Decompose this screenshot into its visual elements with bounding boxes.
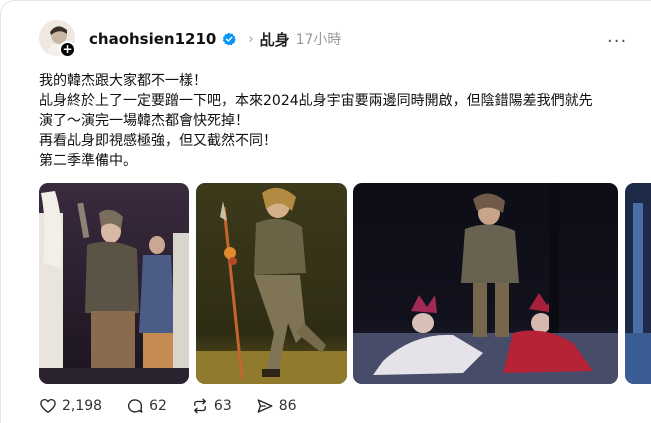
username-link[interactable]: chaohsien1210: [89, 30, 216, 48]
repost-count: 63: [213, 398, 232, 414]
media-carousel[interactable]: [39, 183, 651, 384]
post-photo[interactable]: [625, 183, 651, 384]
post-photo[interactable]: [196, 183, 347, 384]
topic-tag[interactable]: 乩身: [260, 29, 290, 50]
repost-button[interactable]: 63: [191, 397, 232, 415]
repost-icon: [193, 398, 206, 414]
comment-icon: [128, 399, 143, 413]
share-button[interactable]: 86: [256, 397, 297, 415]
threads-post: + chaohsien1210 › 乩身 17小時 ··· 我的韓杰跟大家都不一…: [0, 0, 651, 423]
post-text-line: 第二季準備中。: [39, 153, 137, 169]
like-button[interactable]: 2,198: [39, 397, 102, 415]
post-timestamp: 17小時: [295, 32, 342, 48]
verified-badge-icon: [223, 32, 237, 46]
post-photo[interactable]: [353, 183, 618, 384]
post-text-line: 乩身終於上了一定要蹭一下吧，本來2024乩身宇宙要兩邊同時開啟，但陰錯陽差我們就…: [39, 93, 593, 109]
post-photo[interactable]: [39, 183, 189, 384]
follow-plus-icon[interactable]: +: [59, 41, 76, 58]
like-count: 2,198: [62, 398, 103, 414]
author-avatar[interactable]: +: [39, 20, 76, 58]
send-icon: [257, 399, 273, 413]
more-dots-icon[interactable]: ···: [607, 31, 627, 52]
post-text-line: 再看乩身即視感極強，但又截然不同！: [39, 133, 277, 149]
post-header: chaohsien1210 › 乩身 17小時: [89, 29, 341, 49]
share-count: 86: [278, 398, 297, 414]
post-actions: 2,198 62 63 86: [39, 397, 321, 415]
reply-count: 62: [149, 398, 167, 414]
post-text-line: 我的韓杰跟大家都不一樣！: [39, 73, 207, 89]
chevron-right-icon: ›: [248, 31, 254, 47]
heart-icon: [40, 398, 56, 414]
post-text-line: 演了～演完一場韓杰都會快死掉！: [39, 113, 249, 129]
post-text: 我的韓杰跟大家都不一樣！ 乩身終於上了一定要蹭一下吧，本來2024乩身宇宙要兩邊…: [39, 71, 639, 171]
reply-button[interactable]: 62: [126, 397, 167, 415]
